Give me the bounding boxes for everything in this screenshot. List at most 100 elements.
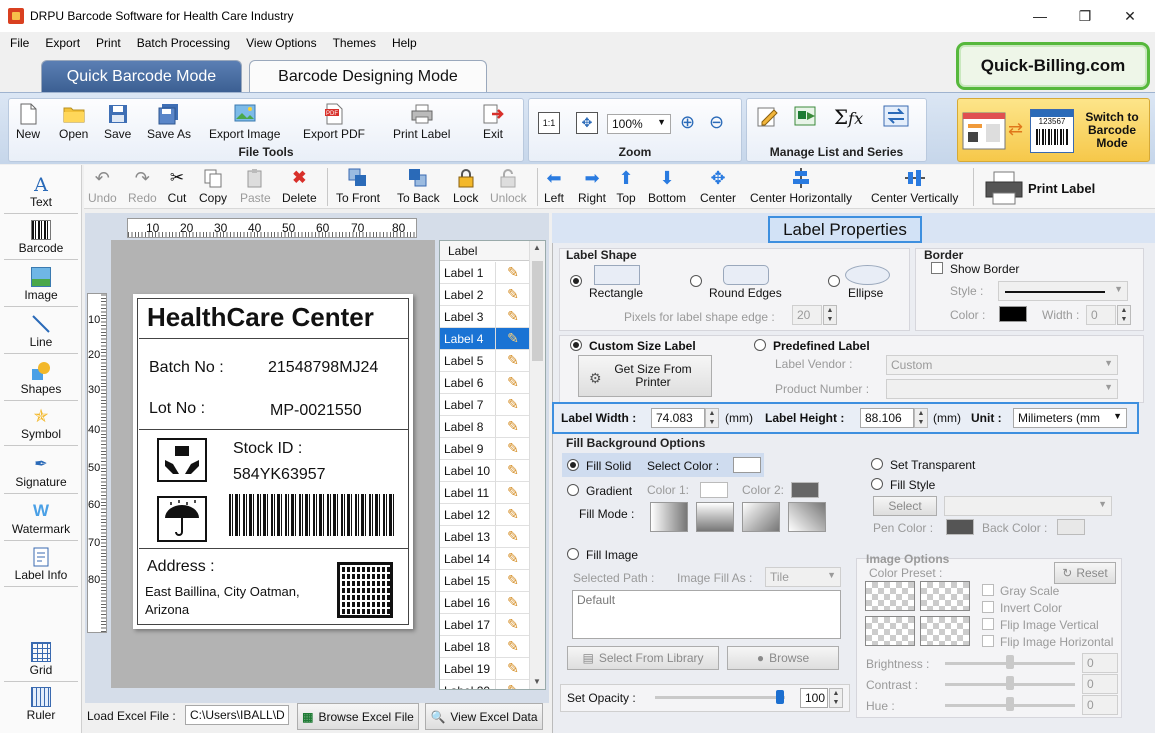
redo-button[interactable]: ↷ Redo: [128, 168, 157, 205]
shape-round-radio[interactable]: [690, 275, 702, 287]
hue-slider-thumb[interactable]: [1006, 697, 1014, 711]
opacity-input[interactable]: 100: [800, 688, 828, 708]
new-button[interactable]: New: [16, 103, 40, 141]
list-item[interactable]: Label 10 ✎: [440, 459, 530, 482]
menu-help[interactable]: Help: [384, 36, 425, 50]
save-as-button[interactable]: Save As: [147, 103, 191, 141]
shape-ellipse-radio[interactable]: [828, 275, 840, 287]
color-preset-2[interactable]: [920, 581, 970, 611]
actual-size-icon[interactable]: 1:1: [538, 112, 560, 134]
menu-file[interactable]: File: [2, 36, 37, 50]
scroll-thumb[interactable]: [532, 261, 543, 361]
list-item[interactable]: Label 7 ✎: [440, 393, 530, 416]
label-height-input[interactable]: 88.106: [860, 408, 914, 428]
label-vendor-select[interactable]: Custom ▼: [886, 355, 1118, 375]
sidebar-item-barcode[interactable]: Barcode: [4, 220, 78, 260]
stock-label[interactable]: Stock ID :: [233, 440, 302, 458]
sidebar-item-shapes[interactable]: Shapes: [4, 361, 78, 401]
border-width-spinner[interactable]: ▲ ▼: [1117, 305, 1131, 325]
list-item[interactable]: Label 2 ✎: [440, 283, 530, 306]
browse-excel-button[interactable]: ▦ Browse Excel File: [297, 703, 419, 730]
scroll-down-icon[interactable]: ▼: [533, 677, 541, 686]
batch-value[interactable]: 21548798MJ24: [268, 359, 378, 377]
label-title[interactable]: HealthCare Center: [147, 302, 374, 333]
save-button[interactable]: Save: [104, 103, 131, 141]
list-item[interactable]: Label 20✎: [440, 679, 530, 689]
address-line2[interactable]: Arizona: [145, 602, 189, 617]
color-preset-1[interactable]: [865, 581, 915, 611]
edit-pencil-icon[interactable]: ✎: [496, 682, 530, 689]
handle-with-care-icon[interactable]: [157, 438, 207, 482]
invert-color-checkbox[interactable]: [982, 601, 994, 613]
color-preset-4[interactable]: [920, 616, 970, 646]
edit-pencil-icon[interactable]: ✎: [496, 286, 530, 303]
excel-import-icon[interactable]: [793, 104, 819, 128]
sidebar-item-ruler[interactable]: Ruler: [4, 687, 78, 727]
list-item[interactable]: Label 11 ✎: [440, 481, 530, 504]
edit-pencil-icon[interactable]: ✎: [496, 308, 530, 325]
product-number-select[interactable]: ▼: [886, 379, 1118, 399]
center-horizontally-button[interactable]: Center Horizontally: [750, 168, 852, 205]
gradient-radio[interactable]: [567, 484, 579, 496]
list-item[interactable]: Label 18 ✎: [440, 635, 530, 658]
list-item[interactable]: Label 19 ✎: [440, 657, 530, 680]
gradient-color2-swatch[interactable]: [791, 482, 819, 498]
switch-to-barcode-mode-button[interactable]: ⇄ 123567 Switch to Barcode Mode: [957, 98, 1150, 162]
address-line1[interactable]: East Baillina, City Oatman,: [145, 584, 300, 599]
stock-value[interactable]: 584YK63957: [233, 466, 326, 484]
select-from-library-button[interactable]: ▤ Select From Library: [567, 646, 719, 670]
edit-pencil-icon[interactable]: ✎: [496, 396, 530, 413]
lot-value[interactable]: MP-0021550: [270, 402, 362, 420]
brightness-input[interactable]: 0: [1082, 653, 1118, 673]
edit-list-icon[interactable]: [756, 104, 780, 128]
edit-pencil-icon[interactable]: ✎: [496, 616, 530, 633]
copy-button[interactable]: Copy: [199, 168, 227, 205]
reset-button[interactable]: ↻ Reset: [1054, 562, 1116, 584]
center-vertically-button[interactable]: Center Vertically: [871, 168, 958, 205]
sidebar-item-line[interactable]: Line: [4, 314, 78, 354]
edit-pencil-icon[interactable]: ✎: [496, 528, 530, 545]
align-bottom-button[interactable]: ⬇ Bottom: [648, 168, 686, 205]
label-width-spinner[interactable]: ▲ ▼: [705, 408, 719, 428]
get-size-from-printer-button[interactable]: ⚙ Get Size From Printer: [578, 355, 712, 397]
list-item[interactable]: Label 12 ✎: [440, 503, 530, 526]
sidebar-item-image[interactable]: Image: [4, 267, 78, 307]
browse-image-button[interactable]: ● Browse: [727, 646, 839, 670]
pen-color-swatch[interactable]: [946, 519, 974, 535]
cut-button[interactable]: ✂ Cut: [167, 168, 187, 205]
fill-mode-backward-diagonal[interactable]: [788, 502, 826, 532]
view-excel-button[interactable]: 🔍 View Excel Data: [425, 703, 543, 730]
fill-mode-horizontal[interactable]: [650, 502, 688, 532]
to-front-button[interactable]: To Front: [336, 168, 380, 205]
list-item[interactable]: Label 17 ✎: [440, 613, 530, 636]
shape-rectangle-radio[interactable]: [570, 275, 582, 287]
print-label-button[interactable]: Print Label: [393, 103, 450, 141]
color-preset-3[interactable]: [865, 616, 915, 646]
border-style-select[interactable]: ▼: [998, 281, 1128, 301]
fill-mode-vertical[interactable]: [696, 502, 734, 532]
list-item[interactable]: Label 1 ✎: [440, 261, 530, 284]
maximize-button[interactable]: ❐: [1062, 0, 1108, 32]
align-center-button[interactable]: ✥ Center: [700, 168, 736, 205]
predefined-label-radio[interactable]: [754, 339, 766, 351]
fill-style-radio[interactable]: [871, 478, 883, 490]
linear-barcode[interactable]: [229, 494, 395, 536]
address-label[interactable]: Address :: [147, 558, 215, 576]
list-item[interactable]: Label 9 ✎: [440, 437, 530, 460]
batch-label[interactable]: Batch No :: [149, 359, 224, 377]
align-top-button[interactable]: ⬆ Top: [616, 168, 636, 205]
keep-dry-umbrella-icon[interactable]: [157, 496, 207, 542]
datamatrix-barcode[interactable]: [337, 562, 393, 618]
show-border-checkbox[interactable]: [931, 262, 943, 274]
menu-export[interactable]: Export: [37, 36, 88, 50]
fill-solid-radio[interactable]: [567, 459, 579, 471]
label-list-scrollbar[interactable]: ▲ ▼: [529, 241, 545, 689]
flip-horizontal-checkbox[interactable]: [982, 635, 994, 647]
list-item[interactable]: Label 4 ✎: [440, 327, 530, 350]
sidebar-item-grid[interactable]: Grid: [4, 642, 78, 682]
export-image-button[interactable]: Export Image: [209, 103, 280, 141]
tab-barcode-designing-mode[interactable]: Barcode Designing Mode: [249, 60, 487, 92]
excel-path-input[interactable]: C:\Users\IBALL\D: [185, 705, 289, 725]
sidebar-item-label-info[interactable]: Label Info: [4, 547, 78, 587]
label-width-input[interactable]: 74.083: [651, 408, 705, 428]
